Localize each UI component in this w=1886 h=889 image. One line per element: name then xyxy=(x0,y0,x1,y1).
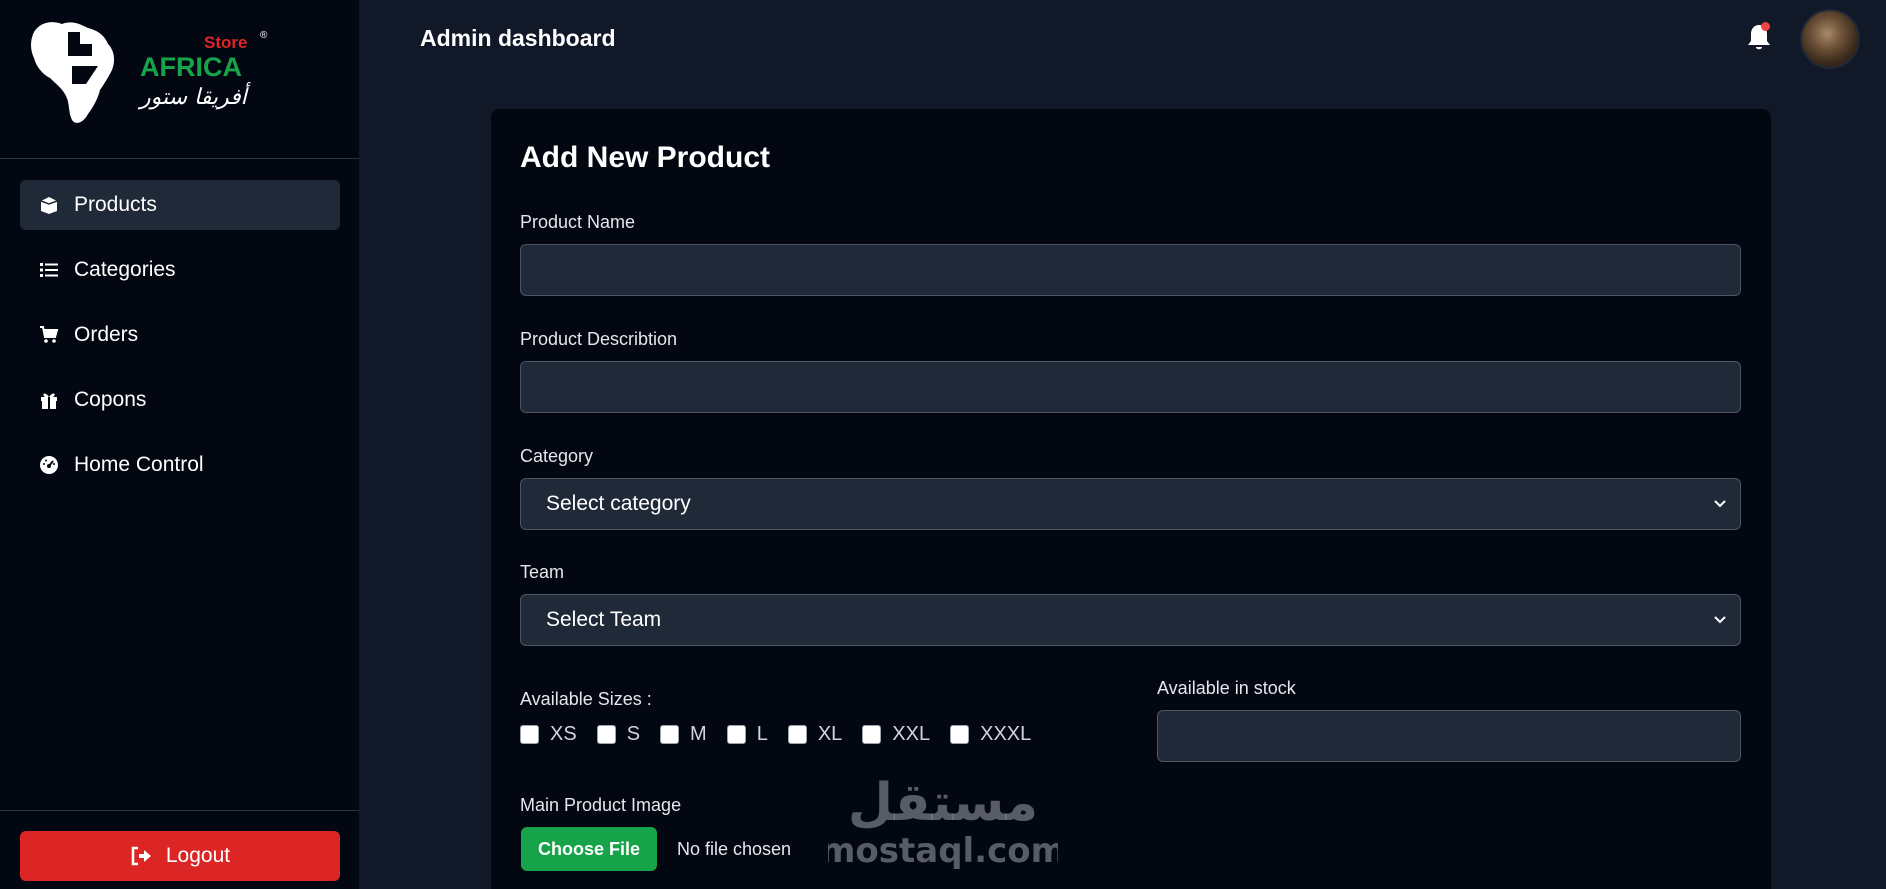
checkbox[interactable] xyxy=(726,725,746,744)
size-option-xxl[interactable]: XXL xyxy=(862,723,930,746)
size-label: XXXL xyxy=(980,723,1032,745)
size-label: M xyxy=(690,723,707,745)
sidebar-item-products[interactable]: Products xyxy=(20,180,340,230)
sidebar: Store ® AFRICA أفريقا ستور Products Cate… xyxy=(0,0,359,889)
gauge-icon xyxy=(38,454,60,476)
sidebar-item-home-control[interactable]: Home Control xyxy=(20,440,340,490)
category-selected-value: Select category xyxy=(546,492,691,515)
sidebar-item-label: Orders xyxy=(74,323,139,346)
sidebar-divider-top xyxy=(0,158,359,159)
sidebar-item-label: Copons xyxy=(74,388,147,411)
size-option-xxxl[interactable]: XXXL xyxy=(950,723,1031,746)
size-option-l[interactable]: L xyxy=(726,723,768,746)
sidebar-item-copons[interactable]: Copons xyxy=(20,375,340,425)
checkbox[interactable] xyxy=(520,725,539,744)
size-option-xl[interactable]: XL xyxy=(787,723,843,746)
logout-button[interactable]: Logout xyxy=(20,831,340,881)
team-label: Team xyxy=(520,562,565,582)
available-sizes-label: Available Sizes : xyxy=(520,689,652,709)
checkbox[interactable] xyxy=(596,725,616,744)
size-label: L xyxy=(756,723,768,745)
product-description-input[interactable] xyxy=(520,361,1741,413)
checkbox[interactable] xyxy=(862,725,882,744)
checkbox[interactable] xyxy=(660,725,680,744)
team-selected-value: Select Team xyxy=(546,608,662,631)
list-icon xyxy=(38,259,60,281)
size-label: XXL xyxy=(892,723,931,745)
size-label: S xyxy=(626,723,641,745)
sidebar-item-label: Categories xyxy=(74,258,176,281)
chevron-down-icon xyxy=(1714,500,1726,508)
svg-text:AFRICA: AFRICA xyxy=(140,52,242,82)
page-title: Admin dashboard xyxy=(420,25,616,51)
gift-icon xyxy=(38,389,60,411)
mostaql-watermark: مستقل mostaql.com xyxy=(828,773,1058,871)
sidebar-item-label: Products xyxy=(74,193,157,216)
category-select[interactable]: Select category xyxy=(520,478,1741,530)
category-label: Category xyxy=(520,446,594,466)
checkbox[interactable] xyxy=(787,725,807,744)
product-name-input[interactable] xyxy=(520,244,1741,296)
notification-badge xyxy=(1761,22,1770,31)
sidebar-divider-bottom xyxy=(0,810,359,811)
svg-text:mostaql.com: mostaql.com xyxy=(828,831,1058,871)
avatar[interactable] xyxy=(1800,9,1860,69)
choose-file-button[interactable]: Choose File xyxy=(521,827,657,871)
svg-text:مستقل: مستقل xyxy=(848,773,1038,833)
svg-text:أفريقا ستور: أفريقا ستور xyxy=(137,82,252,110)
product-description-label: Product Describtion xyxy=(520,329,678,349)
box-icon xyxy=(38,194,60,216)
stock-input[interactable] xyxy=(1157,710,1741,762)
sidebar-item-orders[interactable]: Orders xyxy=(20,310,340,360)
chevron-down-icon xyxy=(1714,616,1726,624)
main-image-label: Main Product Image xyxy=(520,795,682,815)
stock-label: Available in stock xyxy=(1157,678,1296,698)
size-label: XS xyxy=(550,723,577,745)
africa-store-logo[interactable]: Store ® AFRICA أفريقا ستور xyxy=(28,18,278,130)
team-select[interactable]: Select Team xyxy=(520,594,1741,646)
sidebar-item-label: Home Control xyxy=(74,453,204,476)
sizes-group: XS S M L XL XXL XXXL xyxy=(520,723,1051,746)
size-option-s[interactable]: S xyxy=(596,723,641,746)
sidebar-item-categories[interactable]: Categories xyxy=(20,245,340,295)
form-title: Add New Product xyxy=(520,141,771,174)
file-status-text: No file chosen xyxy=(677,839,792,859)
size-label: XL xyxy=(817,723,843,745)
logout-label: Logout xyxy=(165,844,231,867)
size-option-m[interactable]: M xyxy=(660,723,707,746)
size-option-xs[interactable]: XS xyxy=(520,723,577,746)
sign-out-icon xyxy=(131,846,151,866)
cart-icon xyxy=(38,324,60,346)
svg-text:Store: Store xyxy=(204,33,247,52)
product-name-label: Product Name xyxy=(520,212,636,232)
checkbox[interactable] xyxy=(950,725,970,744)
svg-text:®: ® xyxy=(260,30,268,41)
